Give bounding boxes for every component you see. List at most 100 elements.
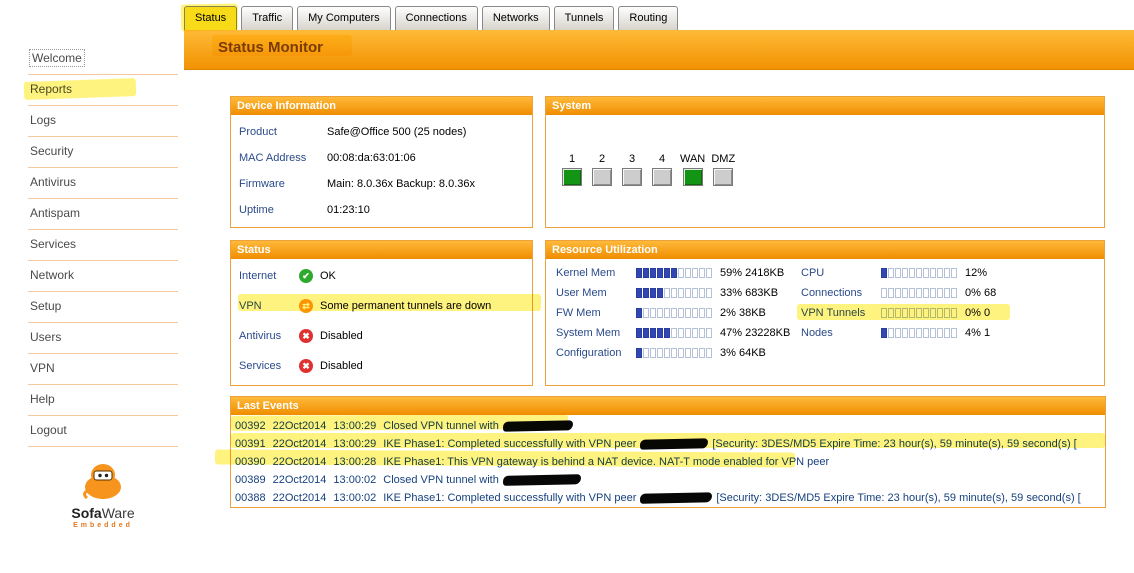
meter-segment [881,328,887,338]
port-label: 2 [598,153,606,165]
meter [636,308,712,318]
tab-networks[interactable]: Networks [481,6,550,30]
meter-segment [699,328,705,338]
meter-segment [937,268,943,278]
meter-segment [650,268,656,278]
resource-row-vpn-tunnels: VPN Tunnels 0% 0 [801,303,996,323]
port-label: DMZ [711,153,736,165]
meter-segment [671,348,677,358]
meter-segment [923,308,929,318]
status-row-internet: Internet ✔ OK [231,261,532,291]
brand-name: SofaWare [28,505,178,521]
meter-segment [657,328,663,338]
meter-segment [916,288,922,298]
meter-segment [706,308,712,318]
sidebar-item-vpn[interactable]: VPN [28,354,178,385]
sidebar-item-antivirus[interactable]: Antivirus [28,168,178,199]
meter-segment [902,288,908,298]
brand-name-rest: Ware [101,505,135,521]
sidebar-item-logs[interactable]: Logs [28,106,178,137]
meter [636,348,712,358]
meter [881,268,957,278]
meter-segment [685,348,691,358]
event-row-00389: 00389 22Oct2014 13:00:02 Closed VPN tunnel … [235,471,1105,489]
device-information-rows: Product Safe@Office 500 (25 nodes) MAC Add… [231,115,532,223]
resource-value: 59% 2418KB [720,267,785,279]
meter-segment [706,288,712,298]
port-label: 4 [658,153,666,165]
meter-segment [888,288,894,298]
meter-segment [902,328,908,338]
meter-segment [699,308,705,318]
event-row-00391: 00391 22Oct2014 13:00:29 IKE Phase1: Comple… [235,435,1105,453]
sidebar-menu: Welcome Reports Logs Security Antivirus Antis… [28,44,178,447]
meter-segment [888,328,894,338]
meter-segment [657,308,663,318]
meter-segment [678,268,684,278]
meter [881,328,957,338]
event-date: 22Oct2014 [272,438,327,450]
meter-segment [951,268,957,278]
tab-status[interactable]: Status [184,6,238,30]
resource-label: Kernel Mem [556,267,616,279]
sidebar-item-label: Help [30,392,55,406]
meter-segment [930,308,936,318]
meter-segment [643,288,649,298]
sidebar-item-help[interactable]: Help [28,385,178,416]
meter-segment [636,328,642,338]
meter-segment [909,288,915,298]
sidebar-item-services[interactable]: Services [28,230,178,261]
tab-traffic[interactable]: Traffic [241,6,294,30]
event-text: Closed VPN tunnel with [383,474,499,486]
device-information-panel: Device Information Product Safe@Office 50… [230,96,533,228]
sidebar-item-welcome[interactable]: Welcome [28,44,178,75]
sidebar-item-users[interactable]: Users [28,323,178,354]
redaction-mark [502,474,581,486]
meter-segment [937,328,943,338]
sidebar-item-security[interactable]: Security [28,137,178,168]
tab-routing[interactable]: Routing [618,6,679,30]
device-info-label: Uptime [239,204,274,216]
resource-value: 0% 0 [965,307,991,319]
event-text-tail: [Security: 3DES/MD5 Expire Time: 23 hour… [712,438,1077,450]
sidebar-item-antispam[interactable]: Antispam [28,199,178,230]
meter-segment [650,328,656,338]
event-row-00390: 00390 22Oct2014 13:00:28 IKE Phase1: This V… [235,453,1105,471]
meter-segment [895,268,901,278]
meter-segment [650,348,656,358]
status-text: Some permanent tunnels are down [320,300,492,312]
tab-connections[interactable]: Connections [394,6,478,30]
meter-segment [664,348,670,358]
port-4: 4 [650,153,674,186]
meter-segment [916,268,922,278]
event-text: IKE Phase1: Completed successfully with … [383,492,637,504]
device-info-label: MAC Address [239,152,307,164]
sidebar-item-logout[interactable]: Logout [28,416,178,447]
resource-row-connections: Connections 0% 68 [801,283,996,303]
meter-segment [951,308,957,318]
device-info-row-product: Product Safe@Office 500 (25 nodes) [231,119,532,145]
meter-segment [685,288,691,298]
sidebar: Welcome Reports Logs Security Antivirus Antis… [28,44,178,447]
meter-segment [685,328,691,338]
tab-tunnels[interactable]: Tunnels [553,6,615,30]
sidebar-item-network[interactable]: Network [28,261,178,292]
meter-segment [895,308,901,318]
meter-segment [671,308,677,318]
meter [636,328,712,338]
meter-segment [930,328,936,338]
resource-value: 2% 38KB [720,307,766,319]
tab-my-computers[interactable]: My Computers [297,6,391,30]
meter-segment [678,348,684,358]
resource-row-system-mem: System Mem 47% 23228KB [556,323,790,343]
system-panel: System 1 2 3 4 WAN DMZ [545,96,1105,228]
meter-segment [650,308,656,318]
resource-label: CPU [801,267,825,279]
meter-segment [888,268,894,278]
sofaware-logo: SofaWare Embedded [28,460,178,529]
sidebar-item-reports[interactable]: Reports [28,75,178,106]
meter-segment [923,288,929,298]
last-events-panel: Last Events 00392 22Oct2014 13:00:29 Closed… [230,396,1106,508]
sidebar-item-setup[interactable]: Setup [28,292,178,323]
port-led-wan-on [682,168,703,186]
